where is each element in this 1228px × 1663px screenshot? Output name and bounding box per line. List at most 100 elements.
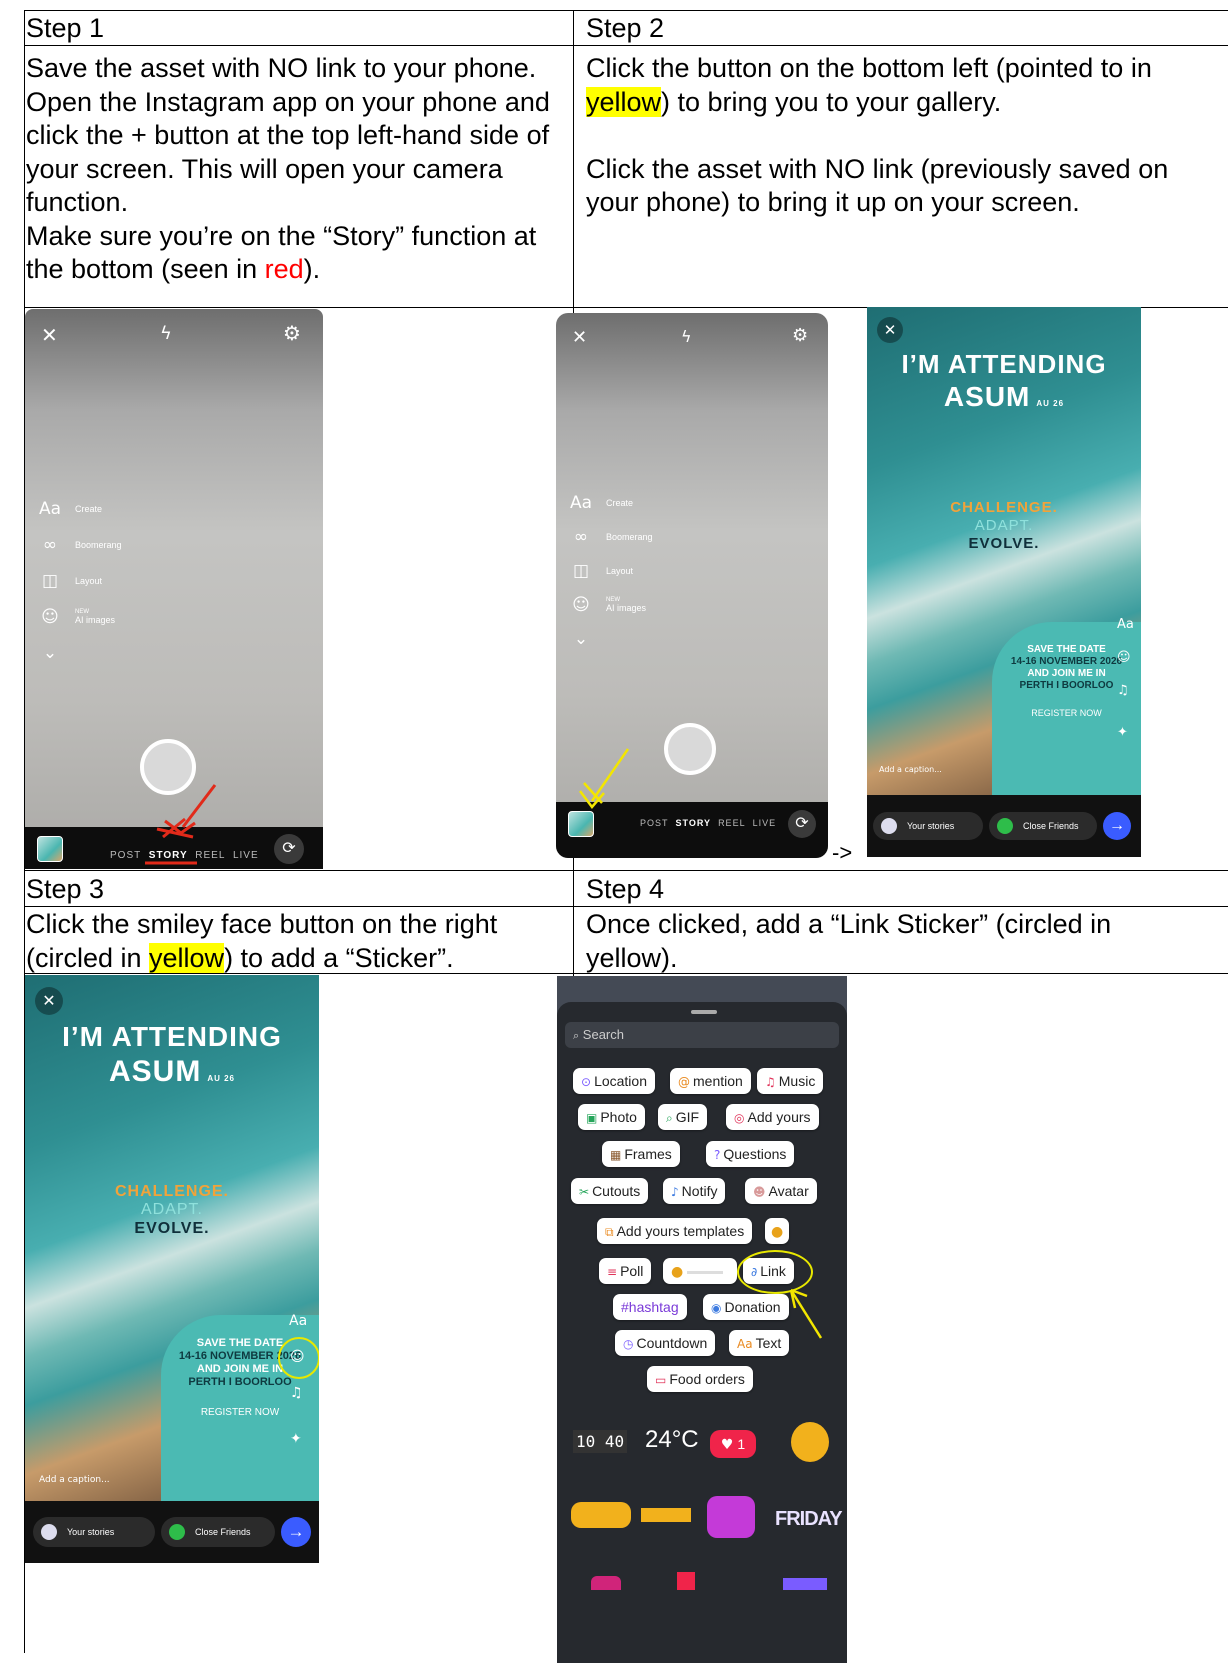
- sticker-hashtag: #hashtag: [613, 1294, 687, 1320]
- yellow-highlight: yellow: [149, 942, 225, 973]
- menu-boomerang: ∞ Boomerang: [570, 527, 653, 547]
- countdown-icon: ◷: [623, 1337, 634, 1351]
- evolve-text: EVOLVE.: [134, 1220, 210, 1237]
- menu-label: Create: [606, 498, 634, 508]
- story-title-line1: I’M ATTENDING: [901, 349, 1107, 379]
- yellow-arrow-annotation: [789, 1288, 823, 1339]
- your-stories-button: Your stories: [33, 1517, 155, 1547]
- step1-text-a: Save the asset with NO link to your phon…: [26, 53, 537, 83]
- cutouts-icon: ✂: [579, 1185, 590, 1199]
- sticker-icon: ☺: [1117, 650, 1131, 665]
- search-icon: ⌕: [573, 1029, 580, 1042]
- menu-label: Create: [75, 504, 103, 514]
- step1-text-c: Make sure you’re on the “Story” function…: [26, 220, 556, 287]
- chip-label: Food orders: [669, 1371, 745, 1387]
- chip-label: Cutouts: [592, 1183, 641, 1199]
- story-title-line2: ASUM AU 26: [25, 1055, 319, 1089]
- mode-live: LIVE: [752, 818, 777, 828]
- story-title-asum: ASUM: [943, 381, 1031, 412]
- like-sticker: ♥ 1: [710, 1430, 756, 1458]
- sticker-search: ⌕ Search: [565, 1022, 839, 1048]
- yellow-circle-annotation: [278, 1337, 319, 1379]
- story-screenshot-step3: ✕ I’M ATTENDING ASUM AU 26 CHALLENGE. ADA…: [25, 975, 319, 1563]
- sound-wave-sticker: [641, 1508, 691, 1522]
- menu-boomerang: ∞ Boomerang: [39, 535, 122, 555]
- step2-text-b: Click the asset with NO link (previously…: [586, 153, 1169, 218]
- gallery-thumbnail: [37, 836, 63, 862]
- mode-story: STORY: [675, 818, 712, 828]
- chip-label: mention: [693, 1073, 743, 1089]
- smiley-icon: ☺: [41, 607, 59, 627]
- sticker-partial-1: [591, 1576, 621, 1590]
- menu-label: AI images: [75, 615, 116, 625]
- effects-icon: ✦: [1117, 725, 1128, 740]
- sticker-questions: ? Questions: [706, 1141, 795, 1167]
- sticker-emoji: ●: [765, 1218, 790, 1244]
- close-friends-label: Close Friends: [195, 1527, 251, 1537]
- music-icon: ♫: [290, 1385, 303, 1401]
- text-tool-icon: Aa: [289, 1313, 308, 1329]
- sticker-frames: ▦ Frames: [602, 1141, 680, 1167]
- menu-create: Aa Create: [39, 499, 102, 519]
- step3-text-a-end: ) to add a “Sticker”.: [224, 942, 454, 973]
- step4-instructions: Once clicked, add a “Link Sticker” (circ…: [586, 909, 1112, 973]
- sticker-add-yours: ◎ Add yours: [726, 1104, 819, 1130]
- story-screenshot: ✕ I’M ATTENDING ASUM AU 26 CHALLENGE. ADA…: [867, 307, 1141, 857]
- save-date-panel: SAVE THE DATE 14-16 NOVEMBER 2026 AND JO…: [992, 622, 1141, 802]
- text-tool-icon: Aa: [1117, 617, 1134, 632]
- settings-icon: ⚙: [792, 325, 809, 346]
- evolve-text: EVOLVE.: [968, 535, 1040, 552]
- close-icon: ✕: [35, 987, 63, 1015]
- sticker-food-orders: ▭ Food orders: [647, 1366, 753, 1392]
- add-yours-icon: ◎: [734, 1111, 745, 1125]
- questions-icon: ?: [714, 1148, 721, 1162]
- your-stories-label: Your stories: [907, 821, 955, 831]
- close-friends-button: Close Friends: [161, 1517, 275, 1547]
- step1-instructions: Save the asset with NO link to your phon…: [26, 52, 556, 287]
- heart-eyes-icon: ●: [771, 1224, 784, 1240]
- your-stories-label: Your stories: [67, 1527, 115, 1537]
- slider-emoji-icon: ●: [671, 1264, 684, 1280]
- story-tag: AU 26: [207, 1074, 236, 1083]
- mode-post: POST: [640, 818, 669, 828]
- camera-menu: Aa Create ∞ Boomerang ◫ Layout ☺ NEW AI image…: [570, 493, 653, 649]
- chip-label: Music: [778, 1073, 816, 1089]
- infinity-icon: ∞: [573, 527, 589, 547]
- mode-selector: POST STORY REEL LIVE: [640, 818, 776, 828]
- sticker-tray: ⌕ Search ⊙ Location @ mention ♫ Music ▣ Phot…: [557, 1002, 847, 1663]
- flash-off-icon: ϟ: [160, 323, 172, 344]
- profile-avatar: [41, 1524, 57, 1540]
- step1-header: Step 1: [26, 13, 105, 43]
- star-icon: [997, 818, 1013, 834]
- sticker-countdown: ◷ Countdown: [615, 1330, 716, 1356]
- challenge-text: CHALLENGE.: [115, 1183, 229, 1200]
- close-friends-label: Close Friends: [1023, 821, 1079, 831]
- food-icon: ▭: [655, 1373, 667, 1387]
- close-friends-button: Close Friends: [989, 812, 1097, 840]
- like-count: 1: [737, 1436, 746, 1452]
- chip-label: Countdown: [636, 1335, 708, 1351]
- challenge-text: CHALLENGE.: [950, 499, 1058, 516]
- frames-icon: ▦: [610, 1148, 622, 1162]
- flip-camera-icon: ⟳: [788, 810, 816, 838]
- register-text: REGISTER NOW: [200, 1407, 280, 1418]
- menu-label: Boomerang: [606, 532, 653, 542]
- chip-label: Add yours: [747, 1109, 811, 1125]
- camera-screenshot: ✕ ϟ ⚙ Aa Create ∞ Boomerang ◫ Layout ☺ NEW AI…: [25, 309, 323, 869]
- mode-reel: REEL: [718, 818, 746, 828]
- join-text: AND JOIN ME IN: [1027, 668, 1106, 679]
- gif-icon: ⌕: [666, 1111, 673, 1125]
- sticker-donation: ◉ Donation: [703, 1294, 789, 1320]
- chip-label: #hashtag: [621, 1299, 679, 1315]
- smiley-icon: ☺: [572, 595, 590, 615]
- friday-graphic-sticker: [707, 1496, 755, 1538]
- menu-layout: ◫ Layout: [570, 561, 633, 581]
- step2-header: Step 2: [586, 13, 665, 43]
- profile-avatar: [881, 818, 897, 834]
- step3-instructions: Click the smiley face button on the righ…: [26, 908, 566, 975]
- sticker-add-yours-templates: ⧉ Add yours templates: [597, 1218, 753, 1244]
- chip-label: Text: [755, 1335, 782, 1351]
- arrow-label: ->: [832, 840, 853, 865]
- chip-label: Add yours templates: [616, 1223, 745, 1239]
- send-arrow-icon: →: [281, 1517, 311, 1547]
